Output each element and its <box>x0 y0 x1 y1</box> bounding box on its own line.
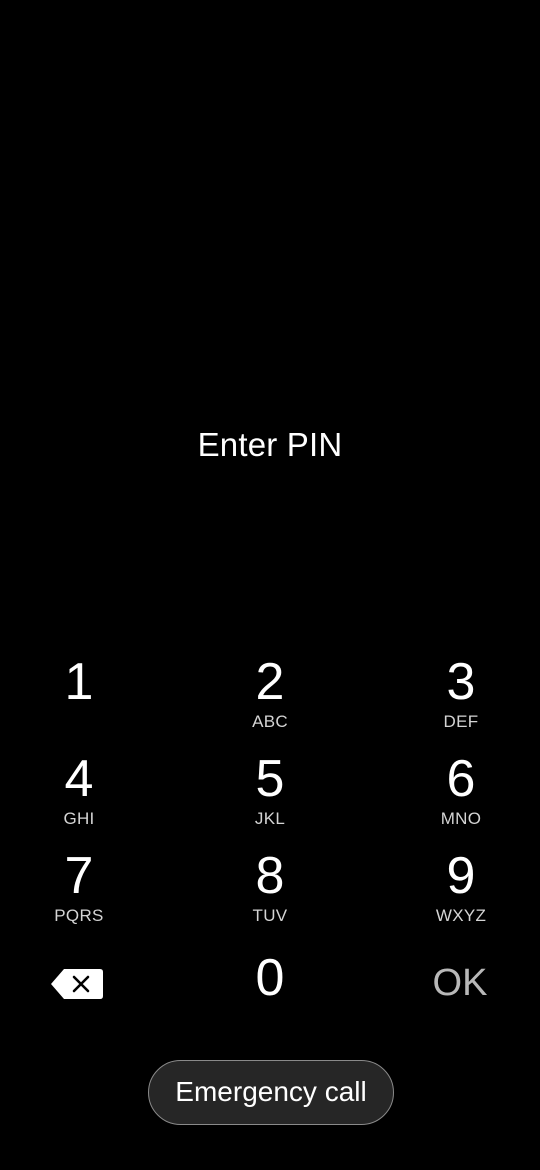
key-2[interactable]: 2 ABC <box>200 654 340 740</box>
enter-pin-prompt: Enter PIN <box>197 426 343 463</box>
key-digit: 5 <box>255 750 285 808</box>
backspace-button[interactable] <box>50 968 104 1000</box>
key-letters: PQRS <box>54 906 104 925</box>
backspace-icon <box>51 969 103 999</box>
key-digit: 8 <box>255 847 285 905</box>
key-letters: MNO <box>440 809 482 828</box>
key-letters: GHI <box>63 809 95 828</box>
key-letters: ABC <box>252 712 288 731</box>
key-letters: DEF <box>443 712 479 731</box>
emergency-call-button[interactable]: Emergency call <box>148 1060 394 1125</box>
key-digit: 4 <box>64 750 94 808</box>
key-9[interactable]: 9 WXYZ <box>391 848 531 934</box>
key-4[interactable]: 4 GHI <box>9 751 149 837</box>
key-letters: WXYZ <box>435 906 487 925</box>
key-digit: 6 <box>446 750 476 808</box>
key-3[interactable]: 3 DEF <box>391 654 531 740</box>
key-7[interactable]: 7 PQRS <box>9 848 149 934</box>
key-digit: 7 <box>64 847 94 905</box>
key-5[interactable]: 5 JKL <box>200 751 340 837</box>
key-digit: 3 <box>446 653 476 711</box>
key-digit: 1 <box>64 653 94 711</box>
key-6[interactable]: 6 MNO <box>391 751 531 837</box>
key-8[interactable]: 8 TUV <box>200 848 340 934</box>
key-1[interactable]: 1 <box>9 654 149 740</box>
key-letters: JKL <box>254 809 286 828</box>
key-letters: TUV <box>252 906 288 925</box>
key-digit: 0 <box>255 949 285 1007</box>
ok-button[interactable]: OK <box>400 958 520 1008</box>
key-0[interactable]: 0 <box>200 950 340 1036</box>
key-digit: 9 <box>446 847 476 905</box>
key-digit: 2 <box>255 653 285 711</box>
